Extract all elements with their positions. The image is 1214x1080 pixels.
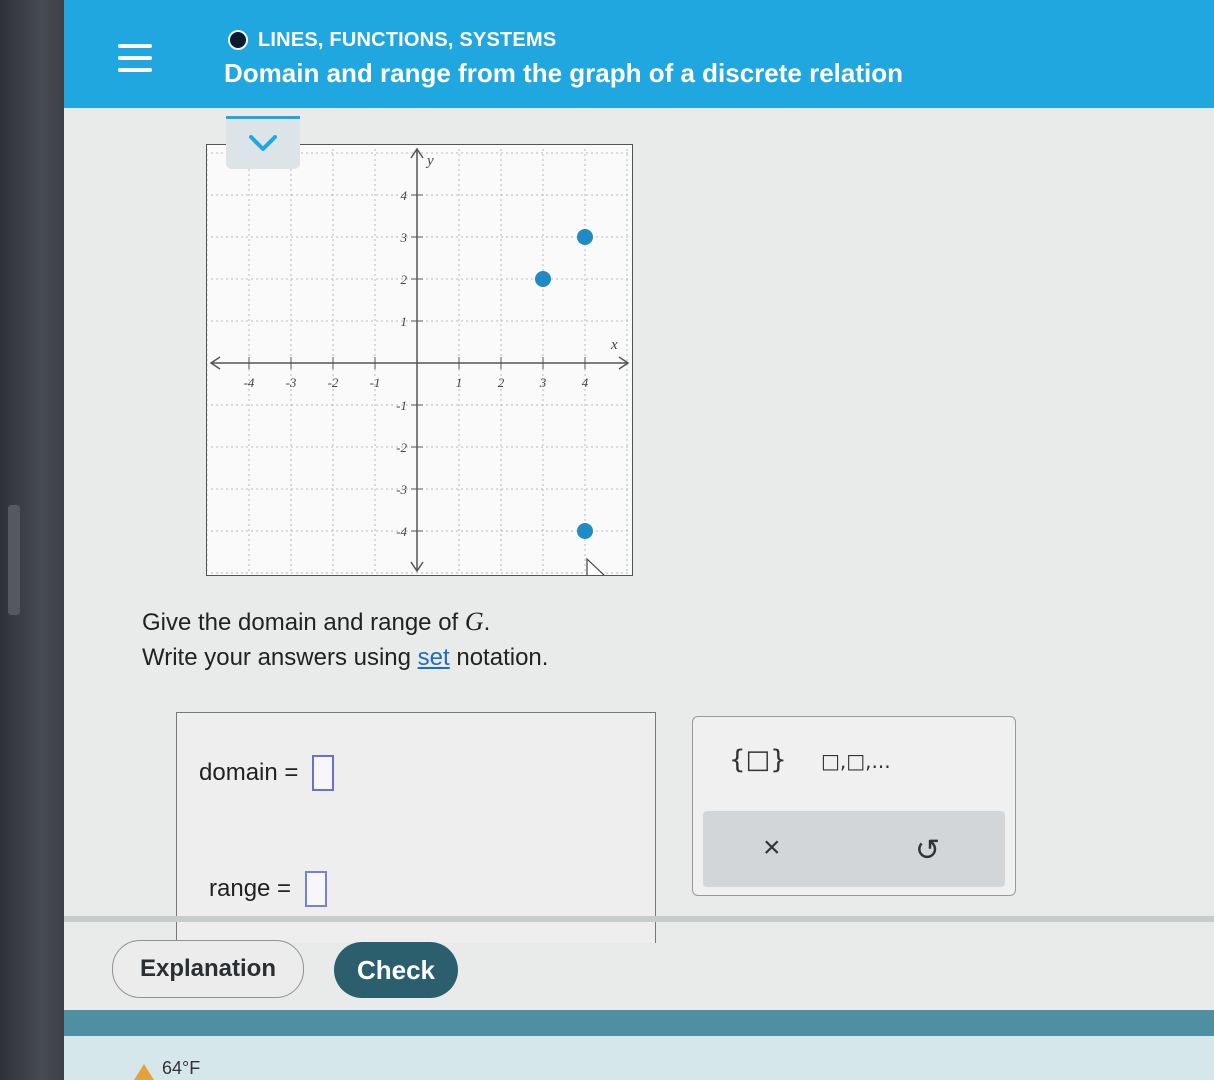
weather-temperature[interactable]: 64°F [162,1058,200,1079]
divider [64,916,1214,922]
explanation-button[interactable]: Explanation [112,940,304,998]
mouse-cursor-icon [586,557,605,575]
topic-row: LINES, FUNCTIONS, SYSTEMS [228,28,556,52]
y-tick-label: -2 [396,440,407,455]
y-tick-label: 3 [400,230,408,245]
coordinate-graph: -4 -3 -2 -1 1 2 3 4 4 3 2 1 -1 -2 -3 -4 x y [206,144,633,576]
domain-input[interactable] [312,755,335,791]
question-prompt: Give the domain and range of G. Write yo… [142,604,548,675]
graph-svg: -4 -3 -2 -1 1 2 3 4 4 3 2 1 -1 -2 -3 -4 x y [207,147,630,575]
range-field: range = [209,871,328,907]
header-bar: LINES, FUNCTIONS, SYSTEMS Domain and ran… [64,0,1214,108]
range-input[interactable] [305,871,328,907]
weather-icon [134,1064,154,1080]
data-point[interactable] [577,229,593,245]
x-tick-label: 2 [498,375,505,390]
clear-icon[interactable]: × [763,831,781,865]
x-tick-label: 1 [456,375,463,390]
y-tick-label: 1 [401,314,408,329]
y-tick-label: 4 [401,188,408,203]
y-tick-label: -1 [396,398,407,413]
x-tick-label: -4 [244,375,255,390]
range-label: range = [209,875,292,902]
data-point[interactable] [577,523,593,539]
prompt-line-1: Give the domain and range of G. [142,607,491,636]
topic-label: LINES, FUNCTIONS, SYSTEMS [258,28,557,51]
footer-bar [64,1010,1214,1036]
screen: LINES, FUNCTIONS, SYSTEMS Domain and ran… [64,0,1214,1080]
x-tick-label: -1 [370,375,381,390]
chevron-down-icon [249,135,277,151]
y-tick-label: -3 [396,482,407,497]
x-tick-label: -2 [328,375,339,390]
y-tick-label: -4 [396,524,407,539]
x-axis-label: x [610,337,618,353]
prompt-line-2: Write your answers using set notation. [142,644,549,671]
undo-icon[interactable]: ↺ [915,833,940,868]
answer-box: domain = range = [176,712,656,943]
hamburger-menu-icon[interactable] [118,44,154,74]
math-palette: {□} □,□,... × ↺ [692,716,1016,896]
y-axis-label: y [425,153,434,169]
domain-field: domain = [199,755,335,791]
page-title: Domain and range from the graph of a dis… [224,58,904,88]
collapse-toggle[interactable] [226,116,300,169]
taskbar: 64°F [64,1036,1214,1080]
domain-label: domain = [199,759,299,786]
check-button[interactable]: Check [334,942,458,998]
x-tick-label: -3 [286,375,297,390]
set-braces-button[interactable]: {□} [729,745,787,775]
device-bezel [0,0,70,1080]
x-tick-label: 4 [582,375,589,390]
list-elements-button[interactable]: □,□,... [821,749,891,773]
x-tick-label: 3 [539,375,547,390]
bezel-notch [8,505,20,615]
data-point[interactable] [535,271,551,287]
palette-actions: × ↺ [703,811,1005,887]
set-notation-link[interactable]: set [418,644,450,671]
relation-name: G [464,607,484,636]
y-tick-label: 2 [401,272,408,287]
topic-status-dot-icon [228,30,248,50]
